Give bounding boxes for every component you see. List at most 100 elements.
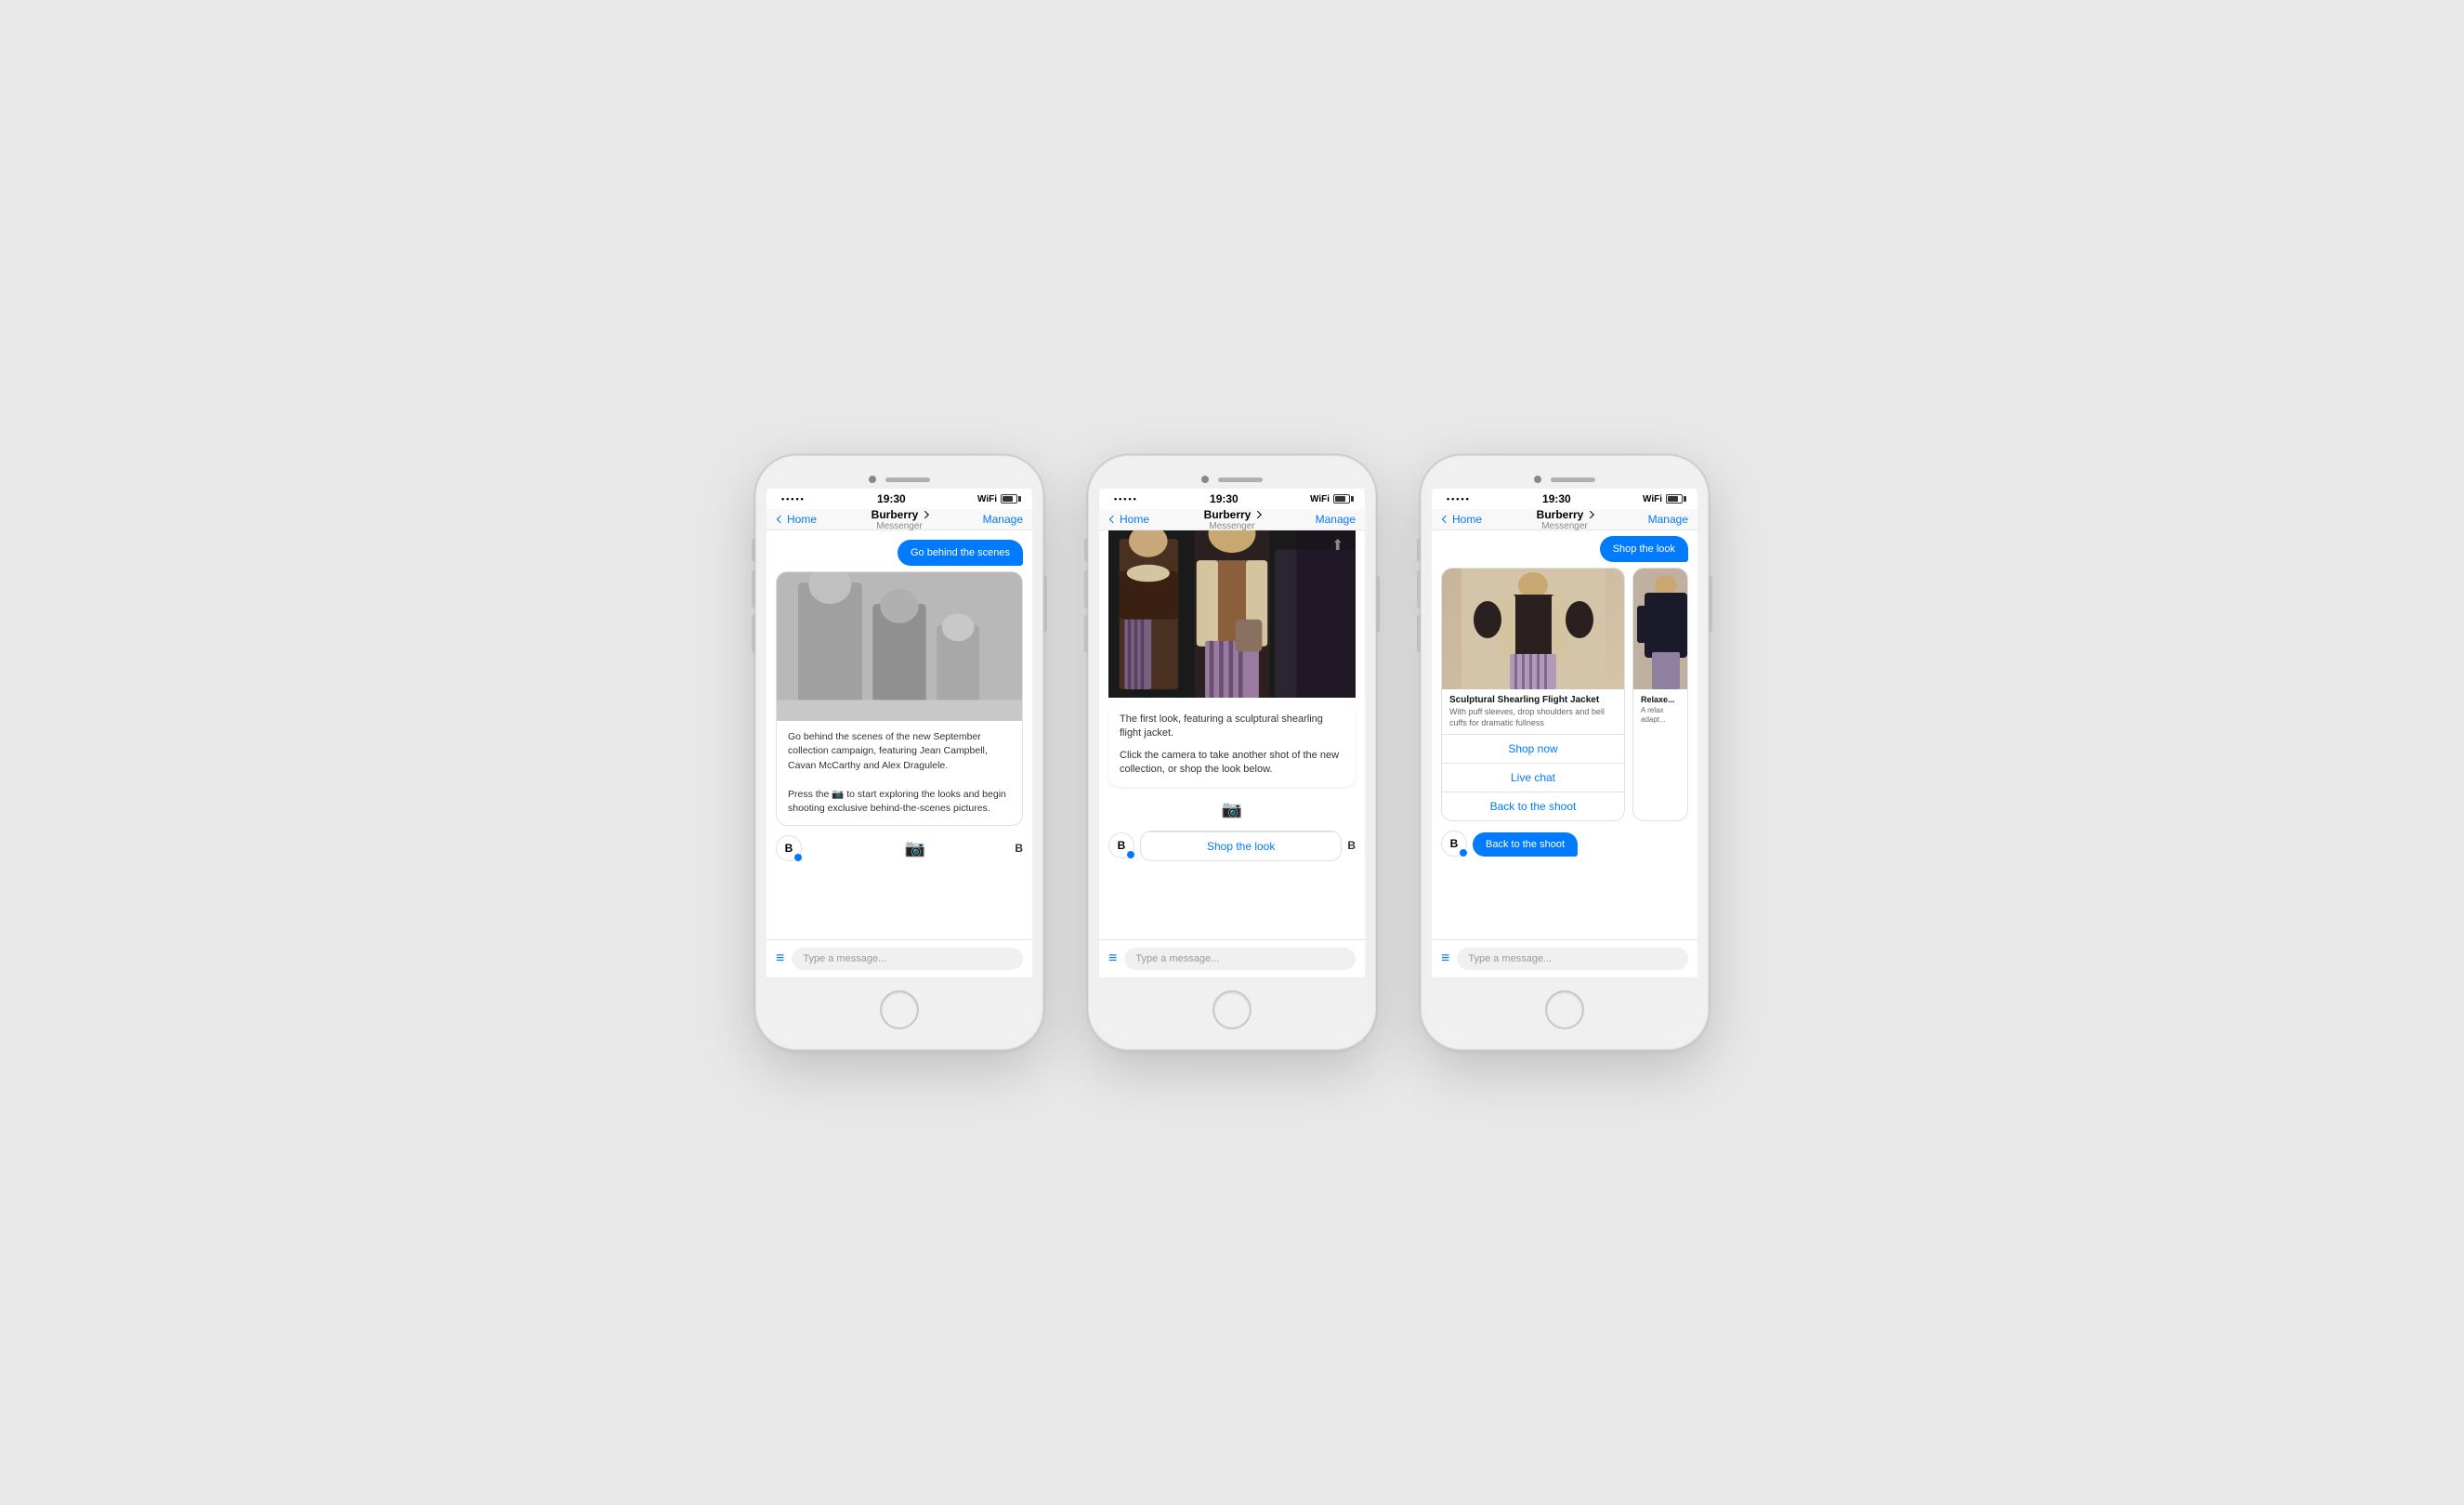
status-time-3: 19:30	[1542, 492, 1571, 505]
action-row-2: B Shop the look B	[1108, 829, 1356, 863]
title-chevron-icon-3	[1586, 510, 1593, 517]
product-2-title: Relaxe...	[1633, 689, 1687, 706]
action-card-2: Shop the look	[1140, 831, 1342, 861]
nav-back-2[interactable]: Home	[1108, 513, 1149, 526]
nav-title-1: Burberry	[872, 508, 928, 521]
side-btn-mute-3	[1417, 539, 1421, 561]
user-bubble-1: Go behind the scenes	[898, 540, 1023, 566]
speaker-2	[1218, 478, 1263, 482]
camera-icon-1[interactable]: 📷	[905, 839, 925, 858]
nav-manage-1[interactable]: Manage	[983, 513, 1023, 526]
phone-2-inner: ••••• 19:30 WiFi Home Burberry	[1099, 466, 1365, 1039]
input-bar-3: ≡ Type a message...	[1432, 939, 1697, 977]
product-card-2: Relaxe... A relax adapt...	[1632, 568, 1688, 821]
phone-3-inner: ••••• 19:30 WiFi Home Burberry	[1432, 466, 1697, 1039]
camera-icon-2[interactable]: 📷	[1222, 800, 1242, 818]
menu-icon-3[interactable]: ≡	[1441, 950, 1449, 967]
phone-2-screen: ••••• 19:30 WiFi Home Burberry	[1099, 489, 1365, 977]
signal-dots: •••••	[781, 494, 806, 504]
bottom-row-3: B Back to the shoot	[1441, 831, 1688, 857]
home-btn-area-3	[1432, 977, 1697, 1039]
online-badge-3	[1459, 848, 1468, 857]
battery-icon-2	[1333, 494, 1350, 504]
home-button-2[interactable]	[1212, 990, 1252, 1029]
b-logo-2: B	[1347, 839, 1356, 852]
battery-icon	[1001, 494, 1017, 504]
burberry-avatar-1: B	[776, 835, 802, 861]
nav-back-1[interactable]: Home	[776, 513, 817, 526]
home-btn-area-1	[767, 977, 1032, 1039]
nav-bar-1: Home Burberry Messenger Manage	[767, 509, 1032, 530]
side-btn-vol-down-2	[1084, 615, 1088, 652]
status-icons-3: WiFi	[1643, 494, 1683, 504]
product-card-1: Sculptural Shearling Flight Jacket With …	[1441, 568, 1625, 821]
phone-2-top	[1099, 466, 1365, 489]
side-btn-power-3	[1709, 576, 1712, 632]
phone-1-inner: ••••• 19:30 WiFi Home Burberry	[767, 466, 1032, 1039]
nav-back-label-3[interactable]: Home	[1452, 513, 1482, 526]
phone-2: ••••• 19:30 WiFi Home Burberry	[1088, 455, 1376, 1050]
nav-manage-3[interactable]: Manage	[1648, 513, 1688, 526]
nav-manage-2[interactable]: Manage	[1316, 513, 1356, 526]
bot-text-card-2: The first look, featuring a sculptural s…	[1108, 703, 1356, 787]
wifi-icon-3: WiFi	[1643, 494, 1662, 504]
phone-3-top	[1432, 466, 1697, 489]
status-icons-1: WiFi	[977, 494, 1017, 504]
nav-title-3: Burberry	[1537, 508, 1593, 521]
chat-area-1: Go behind the scenes	[767, 530, 1032, 939]
side-btn-vol-up	[752, 570, 755, 608]
back-chevron-icon-2	[1109, 516, 1117, 523]
back-shoot-bubble[interactable]: Back to the shoot	[1473, 832, 1578, 857]
front-camera-icon-2	[1201, 476, 1209, 483]
scene: ••••• 19:30 WiFi Home Burberry	[681, 399, 1783, 1106]
home-button-1[interactable]	[880, 990, 919, 1029]
nav-subtitle-2: Messenger	[1204, 521, 1261, 531]
nav-back-3[interactable]: Home	[1441, 513, 1482, 526]
side-btn-vol-down-3	[1417, 615, 1421, 652]
bot-card-text-2: The first look, featuring a sculptural s…	[1108, 703, 1356, 787]
fashion-image-container: ⬆	[1108, 530, 1356, 698]
status-bar-3: ••••• 19:30 WiFi	[1432, 489, 1697, 509]
camera-row-2: 📷	[1108, 796, 1356, 823]
bot-card-text-1: Go behind the scenes of the new Septembe…	[777, 721, 1022, 825]
side-btn-vol-up-3	[1417, 570, 1421, 608]
menu-icon-2[interactable]: ≡	[1108, 950, 1117, 967]
speaker	[885, 478, 930, 482]
wifi-icon: WiFi	[977, 494, 997, 504]
nav-back-label-2[interactable]: Home	[1120, 513, 1149, 526]
product-2-desc: A relax adapt...	[1633, 706, 1687, 731]
burberry-avatar-2: B	[1108, 832, 1134, 858]
nav-back-label-1[interactable]: Home	[787, 513, 817, 526]
message-input-3[interactable]: Type a message...	[1457, 948, 1688, 970]
battery-icon-3	[1666, 494, 1683, 504]
home-button-3[interactable]	[1545, 990, 1584, 1029]
back-chevron-icon-3	[1442, 516, 1449, 523]
status-time-1: 19:30	[877, 492, 906, 505]
input-bar-2: ≡ Type a message...	[1099, 939, 1365, 977]
product-2-image	[1633, 569, 1687, 689]
side-btn-mute	[752, 539, 755, 561]
shop-look-btn-2[interactable]: Shop the look	[1141, 831, 1341, 860]
wifi-icon-2: WiFi	[1310, 494, 1330, 504]
phone-1: ••••• 19:30 WiFi Home Burberry	[755, 455, 1043, 1050]
message-input-2[interactable]: Type a message...	[1124, 948, 1356, 970]
nav-bar-2: Home Burberry Messenger Manage	[1099, 509, 1365, 530]
avatar-row-1: B 📷 B	[776, 831, 1023, 865]
live-chat-btn[interactable]: Live chat	[1442, 763, 1624, 792]
status-time-2: 19:30	[1210, 492, 1239, 505]
menu-icon-1[interactable]: ≡	[776, 950, 784, 967]
title-chevron-icon	[921, 510, 928, 517]
nav-subtitle-1: Messenger	[872, 521, 928, 531]
bot-card-1: Go behind the scenes of the new Septembe…	[776, 571, 1023, 826]
nav-center-2: Burberry Messenger	[1204, 508, 1261, 531]
phone-1-top	[767, 466, 1032, 489]
signal-dots-2: •••••	[1114, 494, 1138, 504]
share-icon[interactable]: ⬆	[1331, 536, 1350, 555]
shop-now-btn[interactable]: Shop now	[1442, 734, 1624, 763]
status-bar-1: ••••• 19:30 WiFi	[767, 489, 1032, 509]
back-shoot-link[interactable]: Back to the shoot	[1442, 792, 1624, 820]
side-btn-power-2	[1376, 576, 1380, 632]
burberry-avatar-3: B	[1441, 831, 1467, 857]
message-input-1[interactable]: Type a message...	[792, 948, 1023, 970]
side-btn-power	[1043, 576, 1047, 632]
